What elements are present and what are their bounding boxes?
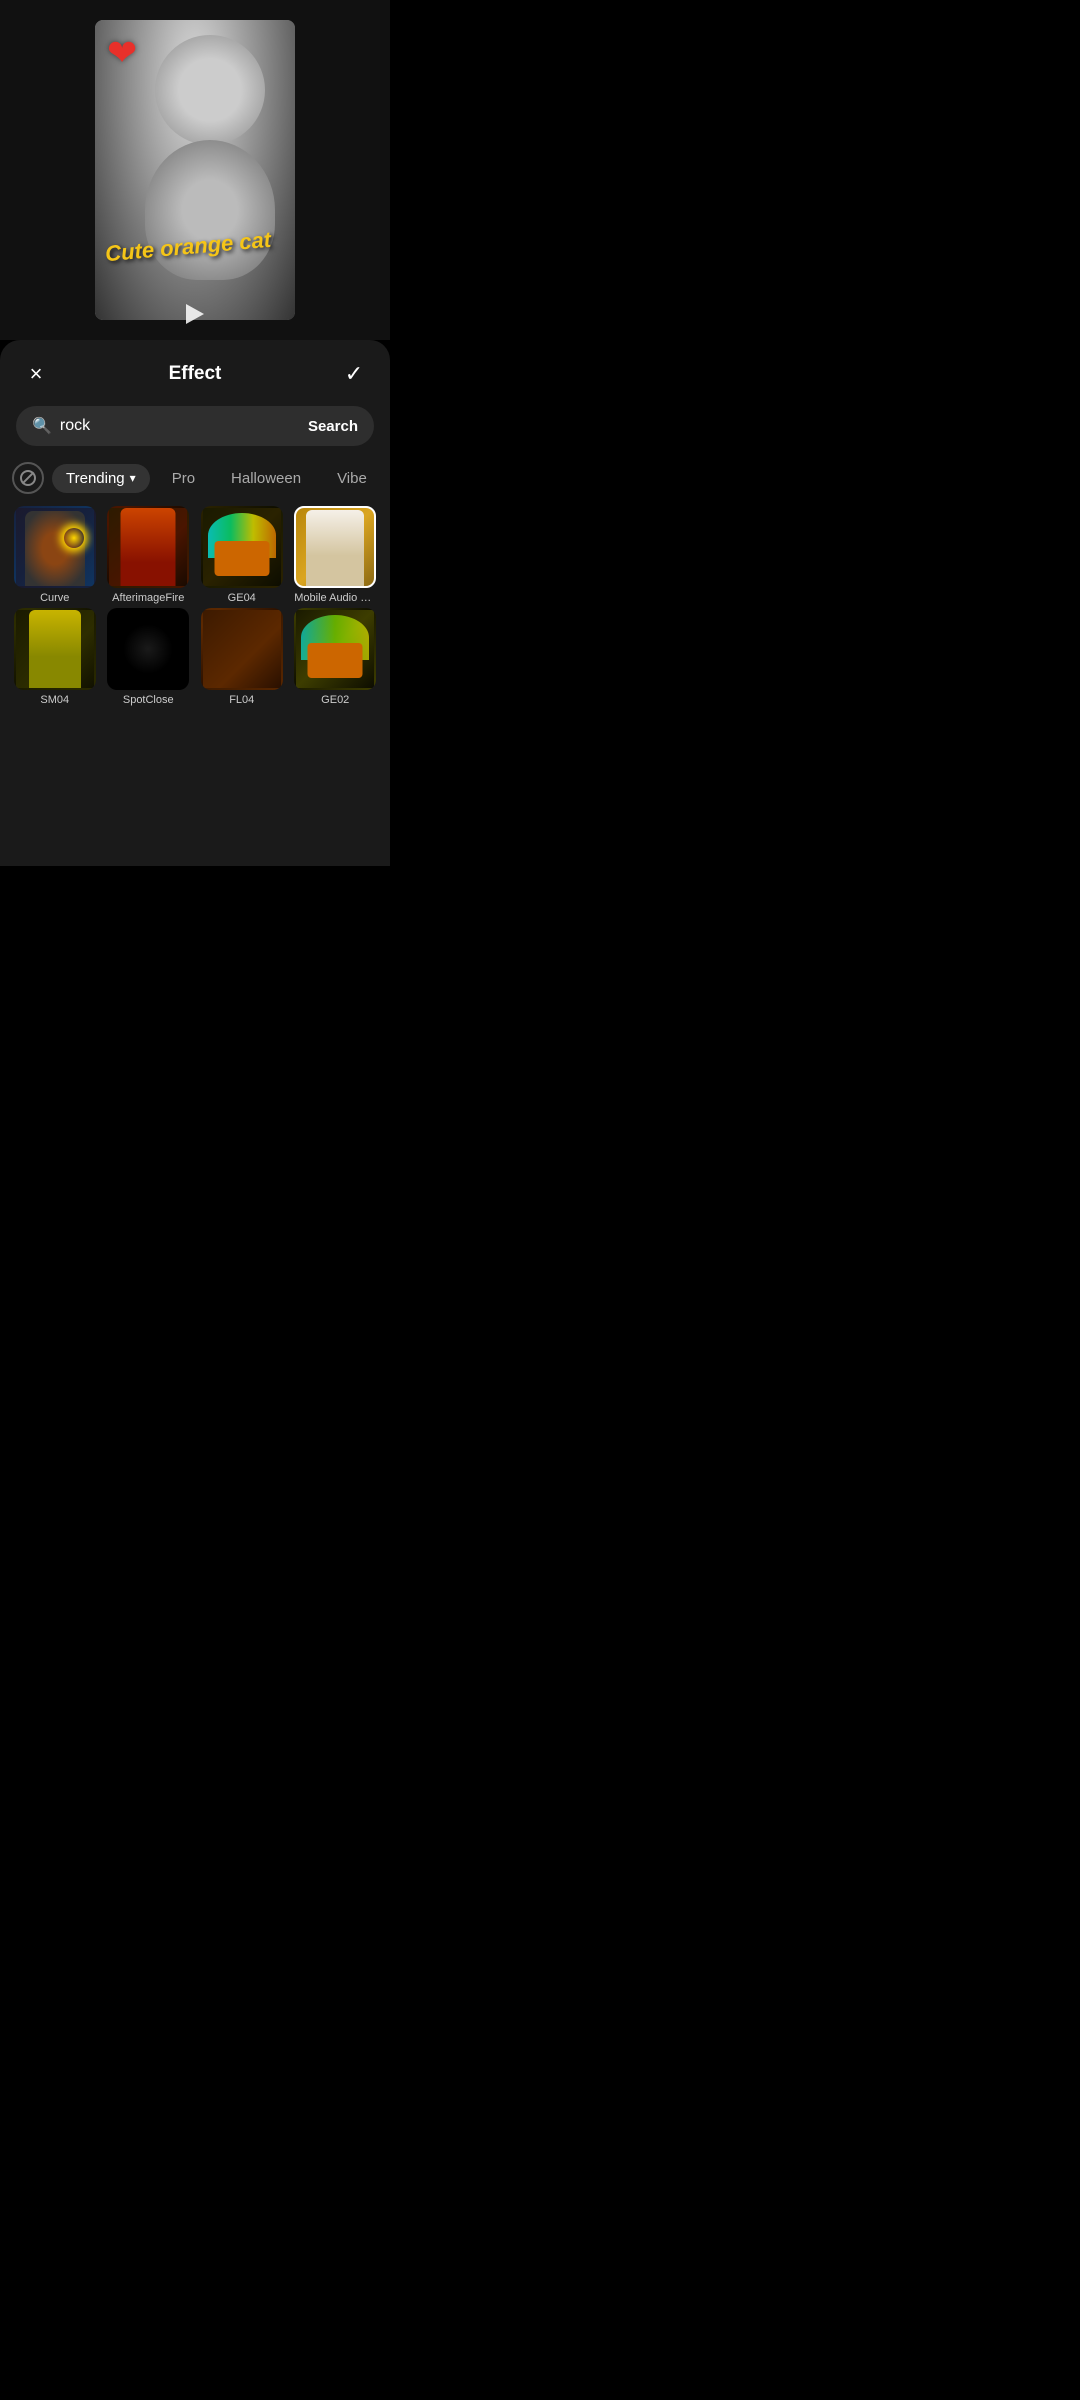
effect-mobile-audio[interactable]: Mobile Audio Visua [291,506,381,604]
search-input[interactable] [60,417,300,435]
effect-label-ge04: GE04 [228,592,256,604]
effect-label-fl04: FL04 [229,694,254,706]
tab-basic[interactable]: Basic [389,464,390,493]
thumb-van [214,541,269,576]
effect-label-audio: Mobile Audio Visua [294,592,376,604]
category-tabs: Trending ▾ Pro Halloween Vibe Basic Ope [0,458,390,506]
effect-thumb-sm04 [14,608,96,690]
effect-thumb-fl04 [201,608,283,690]
effect-curve[interactable]: Curve [10,506,100,604]
search-icon: 🔍 [32,416,52,436]
play-button[interactable] [186,304,204,324]
heart-icon: ❤ [107,32,137,74]
confirm-button[interactable]: ✓ [338,358,370,390]
effect-sm04[interactable]: SM04 [10,608,100,706]
dropdown-arrow-icon: ▾ [130,471,136,485]
video-preview-section: ❤ Cute orange cat [0,0,390,340]
effect-label-curve: Curve [40,592,69,604]
thumb-person [306,510,364,586]
effect-label-spotclose: SpotClose [123,694,174,706]
effect-thumb-spotclose [107,608,189,690]
effect-fl04[interactable]: FL04 [197,608,287,706]
thumb-person [29,610,81,688]
thumb-van [308,643,363,678]
thumb-person [25,511,85,586]
thumb-sparkle [64,528,84,548]
tab-vibe[interactable]: Vibe [323,464,381,493]
no-effect-icon [20,470,36,486]
search-button[interactable]: Search [308,418,358,435]
no-effect-tab[interactable] [12,462,44,494]
effect-thumb-ge04 [201,506,283,588]
video-preview: ❤ Cute orange cat [95,20,295,320]
close-button[interactable]: × [20,358,52,390]
bottom-panel: × Effect ✓ 🔍 Search Trending ▾ Pro Hallo… [0,340,390,866]
effect-ge02[interactable]: GE02 [291,608,381,706]
effect-label-afterimage: AfterimageFire [112,592,184,604]
effect-thumb-audio [294,506,376,588]
cat-head [155,35,265,145]
effects-grid: Curve AfterimageFire GE04 Mobile Audio V… [0,506,390,716]
tab-trending[interactable]: Trending ▾ [52,464,150,493]
search-bar: 🔍 Search [16,406,374,446]
panel-title: Effect [169,363,222,385]
effect-thumb-afterimage [107,506,189,588]
effect-label-ge02: GE02 [321,694,349,706]
effect-afterimage-fire[interactable]: AfterimageFire [104,506,194,604]
thumb-spot [123,624,173,674]
tab-pro[interactable]: Pro [158,464,209,493]
effect-ge04[interactable]: GE04 [197,506,287,604]
tab-halloween[interactable]: Halloween [217,464,315,493]
thumb-person [121,508,176,586]
effect-spot-close[interactable]: SpotClose [104,608,194,706]
effect-thumb-curve [14,506,96,588]
effect-thumb-ge02 [294,608,376,690]
panel-header: × Effect ✓ [0,340,390,402]
effect-label-sm04: SM04 [40,694,69,706]
